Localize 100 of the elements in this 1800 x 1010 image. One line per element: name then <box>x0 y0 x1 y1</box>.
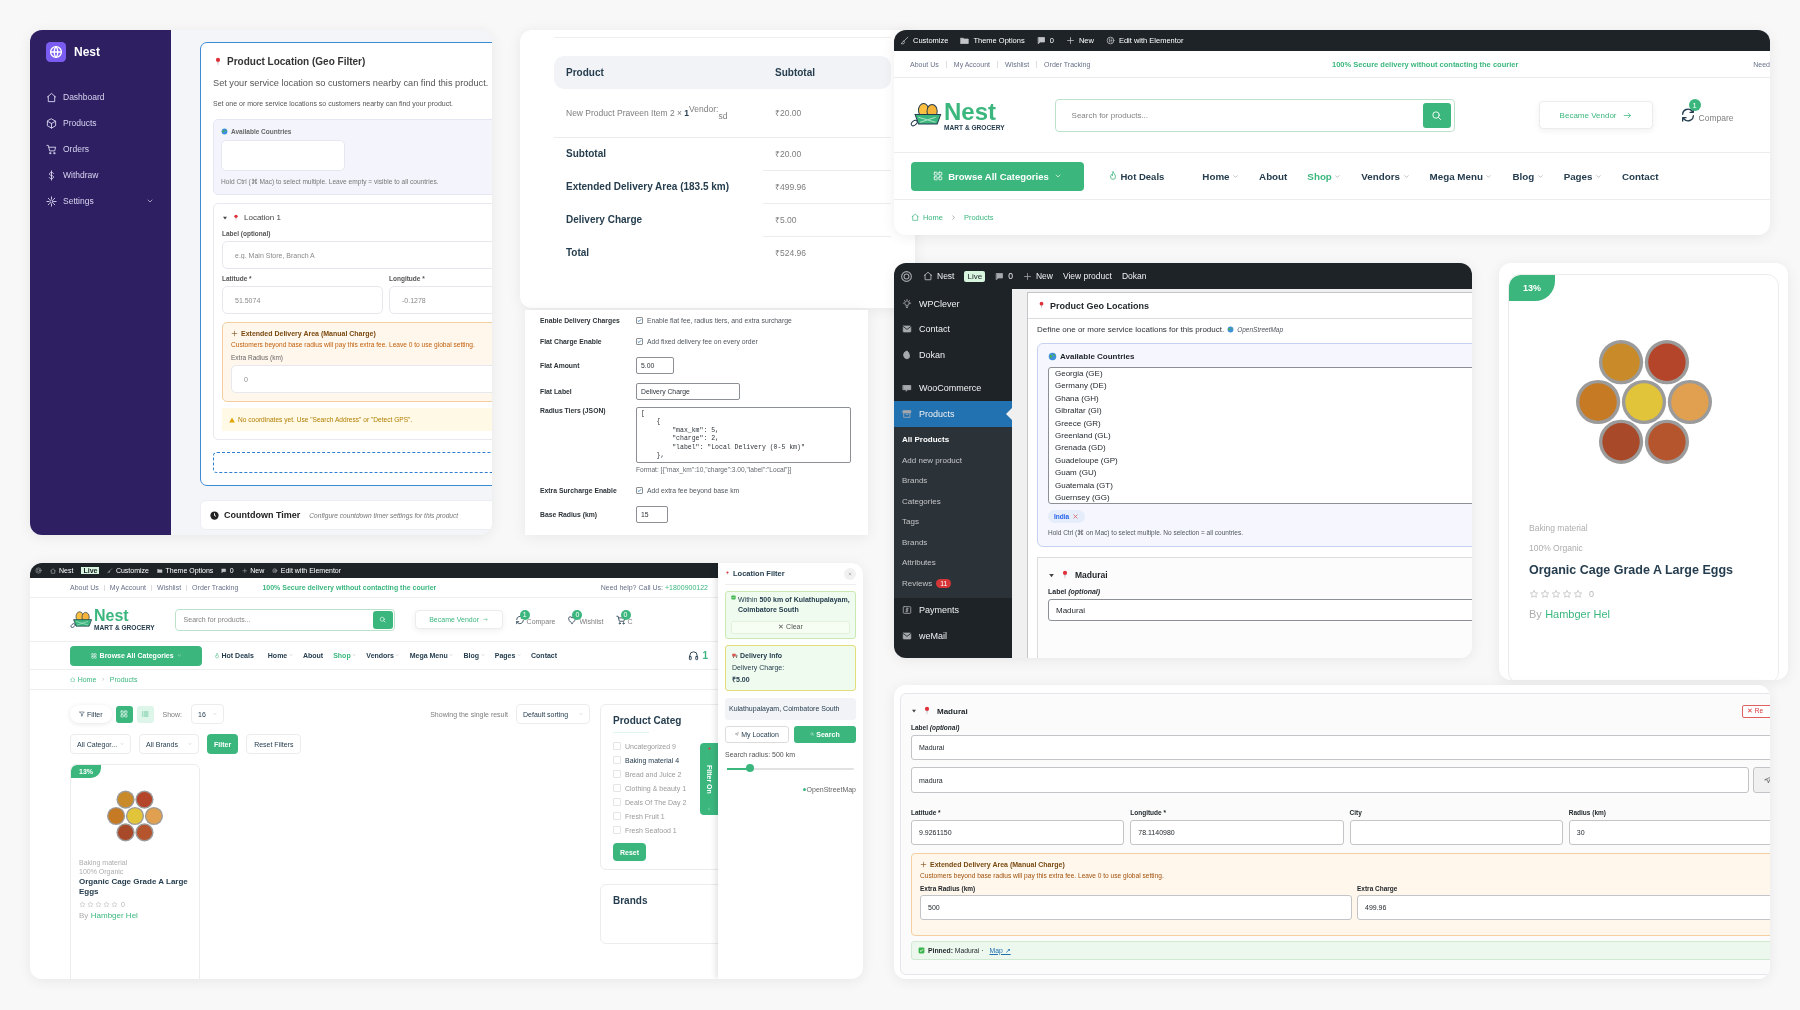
admin-menu-item[interactable]: Dokan <box>894 342 1012 368</box>
submenu-item[interactable]: Add new product <box>894 450 1012 471</box>
search-icon <box>1431 109 1443 121</box>
list-option[interactable]: Greenland (GL) <box>1055 430 1472 443</box>
nav-link[interactable]: About <box>1259 170 1288 182</box>
product-title[interactable]: Organic Cage Grade A Large Eggs <box>1529 562 1758 579</box>
speech-bubble-icon <box>902 383 912 394</box>
sidebar-item[interactable]: Orders <box>46 136 154 162</box>
slider-thumb[interactable] <box>745 764 754 772</box>
admin-menu-item[interactable]: Contact <box>894 316 1012 342</box>
basket-logo-icon <box>70 609 94 630</box>
pushpin-icon <box>1037 301 1046 310</box>
toolbar-item[interactable]: 0 <box>995 271 1013 281</box>
nav-link[interactable]: Mega Menu <box>1429 170 1493 182</box>
admin-menu-item[interactable]: Products <box>894 401 1012 427</box>
nav-link[interactable]: Vendors <box>1361 170 1410 182</box>
location-title: Madurai <box>1075 570 1108 580</box>
chevron-down-icon <box>1485 172 1493 180</box>
list-option[interactable]: Guernsey (GG) <box>1055 492 1472 503</box>
country-list[interactable]: Georgia (GE) Germany (DE) Ghana (GH) Gibraltar (GI) Greece (GR) Greenland (GL) Grenada (GD) Guadeloupe (GP) Guam (GU) Guatemala (GT) Guernsey (GG) <box>1048 367 1472 504</box>
nav-link[interactable]: Blog <box>1512 170 1544 182</box>
cart-icon[interactable] <box>615 614 626 625</box>
dollar-icon <box>46 169 57 181</box>
admin-menu-item[interactable]: WPClever <box>894 291 1012 317</box>
sidebar-item[interactable]: Products <box>46 110 154 136</box>
submenu-item[interactable]: Tags <box>894 511 1012 532</box>
submenu-item[interactable]: Brands <box>894 532 1012 553</box>
widget-title: Product Categ <box>613 715 683 726</box>
chevron-down-icon <box>1595 172 1602 180</box>
submenu-item[interactable]: Brands <box>894 470 1012 491</box>
brand-name: Nest <box>74 45 100 59</box>
arrows-cycle-icon[interactable] <box>514 614 525 625</box>
meta-box-title: Product Geo Locations <box>1050 300 1149 311</box>
toolbar-item[interactable]: Dokan <box>1121 271 1147 281</box>
basket-logo-icon <box>910 101 944 129</box>
arrows-cycle-icon[interactable] <box>1679 107 1696 123</box>
section-title: Countdown Timer <box>224 510 301 520</box>
filter-icon <box>79 711 85 717</box>
view-toggle[interactable] <box>115 705 133 723</box>
product-title[interactable]: Organic Cage Grade A Large Eggs <box>79 877 191 897</box>
submenu-item[interactable]: Categories <box>894 491 1012 512</box>
home-icon <box>911 213 920 222</box>
list-option[interactable]: Greece (GR) <box>1055 417 1472 431</box>
list-option[interactable]: Guatemala (GT) <box>1055 479 1472 493</box>
caret-icon[interactable] <box>222 214 228 221</box>
text-field[interactable] <box>1349 820 1563 845</box>
list-option[interactable]: Guam (GU) <box>1055 467 1472 480</box>
list-option[interactable]: Ghana (GH) <box>1055 392 1472 406</box>
hot-deals-link[interactable]: Hot Deals <box>1108 170 1165 182</box>
headset-icon <box>688 650 700 661</box>
list-option[interactable]: Grenada (GD) <box>1055 442 1472 455</box>
checkbox[interactable] <box>636 487 643 494</box>
grid-icon <box>90 652 97 659</box>
nav-link[interactable]: Contact <box>1622 170 1659 182</box>
plus-icon <box>1065 36 1075 45</box>
flame-icon <box>1108 171 1118 181</box>
chevron-right-icon <box>949 214 957 221</box>
checkbox[interactable] <box>636 338 643 345</box>
tag-text: 100% Organic <box>1529 543 1584 553</box>
close-icon[interactable] <box>1072 513 1080 520</box>
toolbar-item[interactable]: View product <box>1062 271 1112 281</box>
submenu-item[interactable]: All Products <box>894 429 1012 450</box>
logo-text: Nest <box>94 608 130 624</box>
support-number: 1 <box>702 650 708 661</box>
label-field[interactable]: Madurai <box>1048 599 1472 621</box>
submenu-item[interactable]: Attributes <box>894 552 1012 573</box>
toolbar-item[interactable]: New <box>1022 271 1053 281</box>
check-icon <box>731 595 736 600</box>
site-link[interactable]: Nest <box>923 271 955 281</box>
search-icon <box>379 616 387 623</box>
sidebar-item[interactable]: Settings <box>46 188 154 214</box>
grid-icon <box>120 710 129 718</box>
location-arrow-icon <box>735 732 740 736</box>
list-option[interactable]: Gibraltar (GI) <box>1055 405 1472 418</box>
column-header: Product <box>554 56 763 89</box>
list-option[interactable]: Guadeloupe (GP) <box>1055 454 1472 468</box>
plus-icon <box>1022 271 1032 281</box>
admin-menu-item[interactable]: weMail <box>894 623 1012 649</box>
nav-link[interactable]: Pages <box>1563 170 1602 182</box>
heart-icon[interactable] <box>567 614 578 625</box>
sidebar-item[interactable]: Dashboard <box>46 84 154 110</box>
list-option[interactable]: Germany (DE) <box>1055 380 1472 393</box>
sidebar-item[interactable]: Withdraw <box>46 162 154 188</box>
caret-icon[interactable] <box>1048 571 1055 579</box>
arrow-right-icon <box>1622 110 1632 120</box>
checkbox[interactable] <box>636 317 643 324</box>
dashed-drop-area[interactable] <box>213 452 492 473</box>
search-field[interactable]: Search for products... <box>1054 98 1455 132</box>
grid-icon <box>933 171 944 181</box>
list-option[interactable]: Georgia (GE) <box>1055 368 1472 381</box>
caret-icon[interactable] <box>911 708 917 714</box>
home-icon <box>923 271 933 281</box>
view-toggle[interactable] <box>136 705 154 723</box>
nav-link[interactable]: Home <box>1202 170 1240 182</box>
admin-menu-item[interactable]: WooCommerce <box>894 375 1012 401</box>
close-button[interactable] <box>844 567 856 580</box>
header-link[interactable]: Compare <box>1698 113 1734 123</box>
admin-menu-item[interactable]: Payments <box>894 597 1012 623</box>
price-cell: ₹20.00 <box>763 137 891 170</box>
globe-icon <box>221 128 228 135</box>
